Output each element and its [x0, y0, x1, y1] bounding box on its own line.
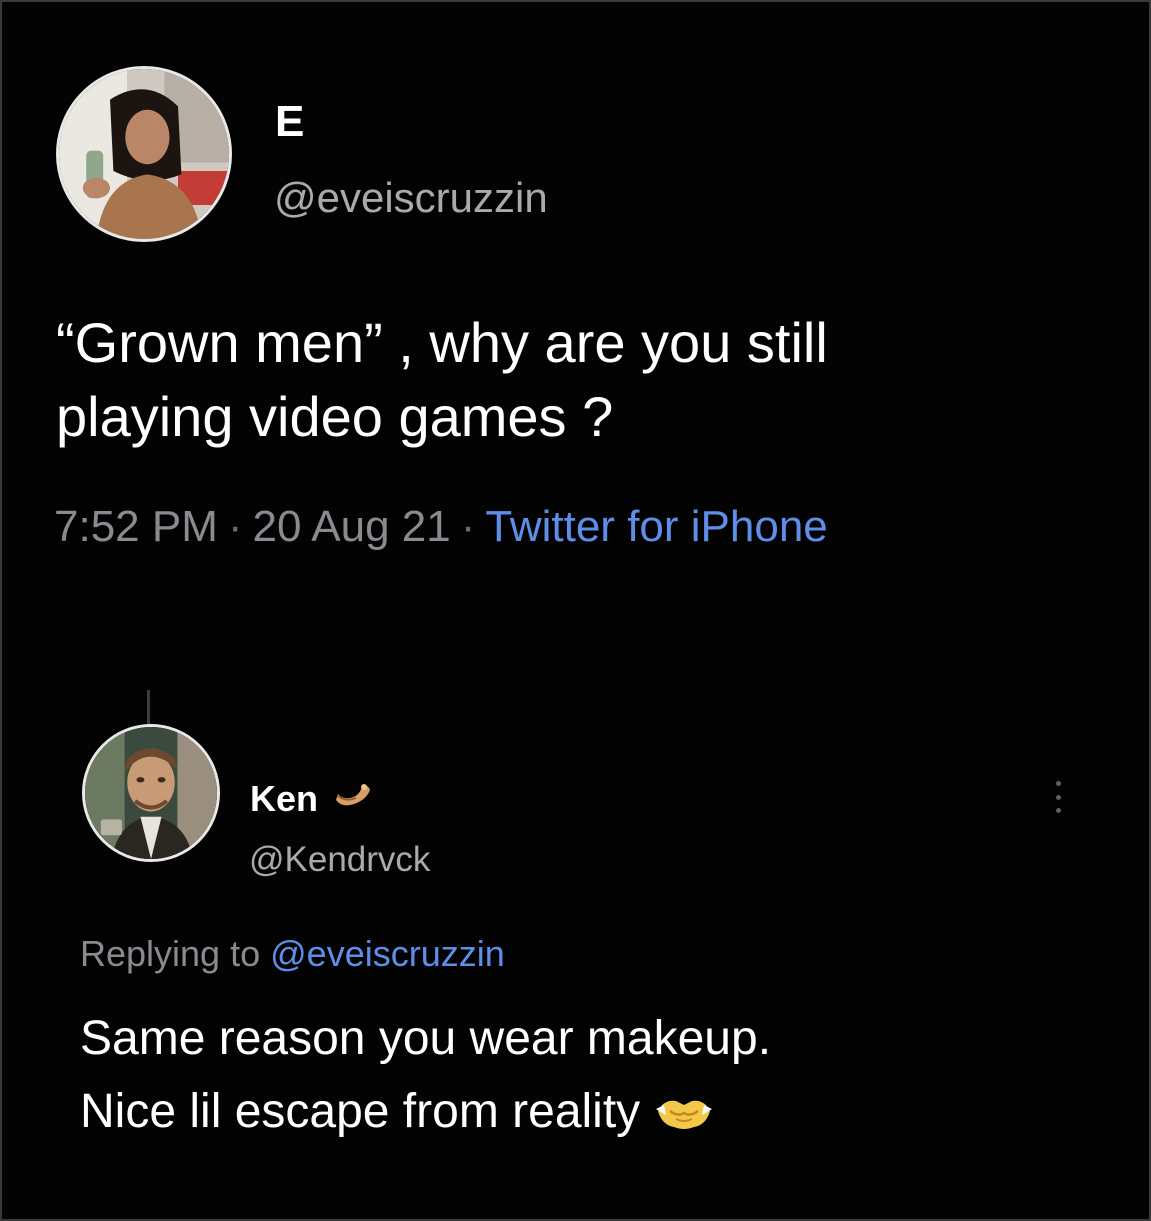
reply-author-name[interactable]: Ken	[250, 778, 318, 820]
tweet-source[interactable]: Twitter for iPhone	[485, 502, 827, 551]
replying-to-line: Replying to @eveiscruzzin	[80, 933, 505, 975]
tweet-date[interactable]: 20 Aug 21	[253, 502, 451, 551]
tweet-text: “Grown men” , why are you still playing …	[56, 311, 828, 448]
reply-text-line-1: Same reason you wear makeup.	[80, 1012, 772, 1065]
tweet-meta: 7:52 PM · 20 Aug 21 · Twitter for iPhone	[54, 502, 828, 552]
author-name[interactable]: E	[275, 97, 305, 147]
profile-photo-icon	[85, 727, 217, 859]
author-handle[interactable]: @eveiscruzzin	[274, 174, 548, 222]
original-tweet[interactable]: E @eveiscruzzin “Grown men” , why are yo…	[52, 64, 1112, 564]
reply-text-line-2: Nice lil escape from reality	[80, 1075, 1080, 1148]
tweet-time[interactable]: 7:52 PM	[54, 502, 218, 551]
replying-mention-link[interactable]: @eveiscruzzin	[270, 933, 505, 974]
separator: ·	[227, 502, 243, 551]
replying-prefix: Replying to	[80, 933, 261, 974]
screenshot-frame: E @eveiscruzzin “Grown men” , why are yo…	[0, 0, 1151, 1221]
reply-avatar[interactable]	[82, 724, 220, 862]
reply-text-line-2-text: Nice lil escape from reality	[80, 1085, 641, 1138]
more-options-icon[interactable]	[1048, 777, 1068, 817]
handshake-emoji-icon	[656, 1100, 713, 1129]
avatar[interactable]	[56, 66, 232, 242]
emoji-badge-icon	[332, 778, 374, 812]
reply-text: Same reason you wear makeup. Nice lil es…	[80, 1002, 1080, 1148]
separator: ·	[460, 502, 476, 551]
reply-author-handle[interactable]: @Kendrvck	[249, 840, 430, 880]
profile-photo-icon	[59, 69, 229, 239]
